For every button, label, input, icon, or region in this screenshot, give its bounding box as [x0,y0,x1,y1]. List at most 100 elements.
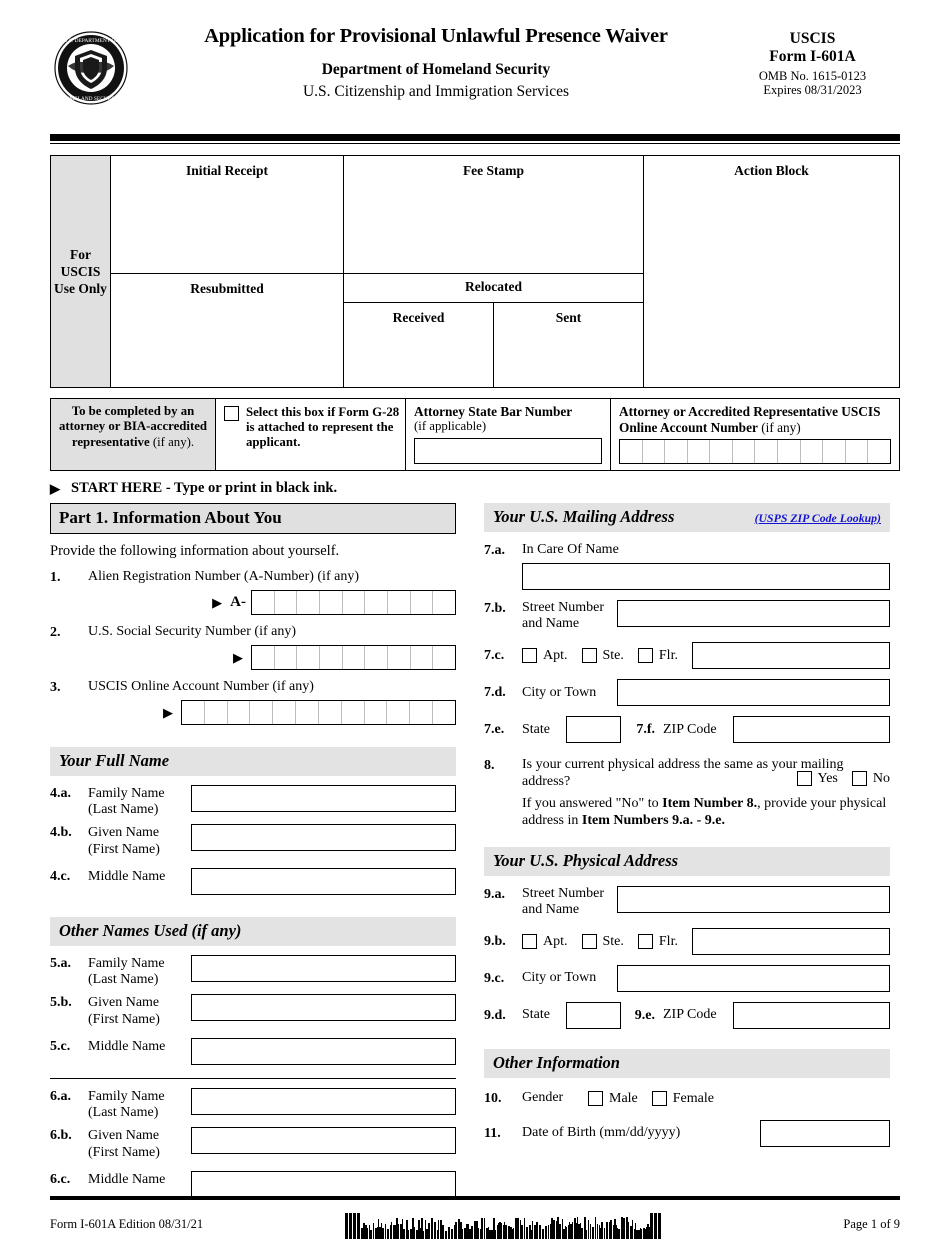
item-8-yes-label: Yes [817,770,838,786]
item-1-row: 1. Alien Registration Number (A-Number) … [50,569,456,586]
fee-stamp-label: Fee Stamp [462,163,525,178]
start-here-row: ▶ START HERE - Type or print in black in… [50,480,900,497]
item-9a-input[interactable] [617,885,890,913]
item-7b-input[interactable] [617,600,890,627]
item-9e-input[interactable] [733,1002,890,1029]
item-7c-apt-option[interactable]: Apt. [522,648,582,664]
item-5a-row: 5.a. Family Name (Last Name) [50,954,456,988]
g28-checkbox-row[interactable]: Select this box if Form G-28 is attached… [216,399,406,470]
fee-stamp-cell[interactable]: Fee Stamp [344,156,643,274]
item-7c-input[interactable] [691,642,890,670]
sent-label: Sent [555,310,582,325]
item-9b-apt-checkbox[interactable] [522,934,537,949]
uscis-online-account-comb[interactable] [181,700,456,725]
physical-address-heading-text: Your U.S. Physical Address [493,850,679,870]
initial-receipt-cell[interactable]: Initial Receipt [111,156,343,274]
item-9b-ste-option[interactable]: Ste. [581,934,638,950]
other-names-divider [50,1077,456,1079]
item-4a-input[interactable] [191,785,456,812]
initial-receipt-label: Initial Receipt [185,163,269,178]
item-8-yes-option[interactable]: Yes [796,770,852,787]
full-name-heading-text: Your Full Name [59,751,170,770]
item-10-female-option[interactable]: Female [651,1091,728,1107]
item-4b-row: 4.b. Given Name (First Name) [50,824,456,857]
item-8-no-checkbox[interactable] [851,771,867,787]
item-7d-input[interactable] [617,679,890,707]
other-names-heading-light: (if any) [191,920,242,940]
item-9b-input[interactable] [691,928,890,955]
item-10-number: 10. [484,1091,502,1106]
right-column: Your U.S. Mailing Address (USPS ZIP Code… [484,503,890,1198]
action-block-cell[interactable]: Action Block [644,156,899,387]
item-6c-input[interactable] [191,1170,456,1198]
item-7c-flr-checkbox[interactable] [637,648,653,664]
item-2-number: 2. [50,625,61,640]
triangle-right-icon: ▶ [50,481,60,496]
item-1-label: Alien Registration Number (A-Number) (if… [88,569,359,584]
item-5c-input[interactable] [191,1037,456,1065]
item-7f-input[interactable] [733,716,890,744]
item-9e-number: 9.e. [634,1008,655,1023]
item-6c-row: 6.c. Middle Name [50,1170,456,1198]
item-9b-flr-option[interactable]: Flr. [637,934,692,950]
attorney-block: To be completed by an attorney or BIA-ac… [50,398,900,471]
item-9d-input[interactable] [566,1002,621,1029]
attorney-bar-number-input[interactable] [414,438,602,465]
a-number-comb[interactable] [251,590,456,615]
resubmitted-cell[interactable]: Resubmitted [111,274,343,387]
item-5c-label: Middle Name [88,1038,166,1054]
item-5a-number: 5.a. [50,955,71,971]
item-8-row: 8. Is your current physical address the … [484,757,890,829]
item-2-input-row: ▶ [50,645,456,670]
item-10-male-checkbox[interactable] [588,1091,603,1106]
item-9b-flr-checkbox[interactable] [637,934,653,949]
item-7c-ste-checkbox[interactable] [581,648,597,664]
item-7a-label: In Care Of Name [522,542,619,557]
item-7c-flr-option[interactable]: Flr. [637,648,692,664]
item-7c-number: 7.c. [484,648,505,664]
usps-zip-lookup-link[interactable]: (USPS ZIP Code Lookup) [755,511,881,526]
item-6a-input[interactable] [191,1087,456,1115]
item-9c-input[interactable] [617,965,890,992]
item-10-male-option[interactable]: Male [588,1091,652,1107]
item-7e-label: State [522,721,550,737]
item-5a-input[interactable] [191,954,456,982]
item-7a-input[interactable] [522,563,890,590]
item-9c-label: City or Town [522,970,597,986]
item-1-input-row: ▶ A- [50,590,456,615]
item-7c-ste-option[interactable]: Ste. [581,648,638,664]
item-1-number: 1. [50,570,61,585]
item-7b-number: 7.b. [484,601,506,616]
attorney-online-account-comb[interactable] [619,439,891,465]
department-line: Department of Homeland Security [321,60,551,78]
item-11-label: Date of Birth (mm/dd/yyyy) [522,1125,681,1141]
item-9b-ste-checkbox[interactable] [581,934,597,949]
relocated-cell[interactable]: Relocated [344,274,643,303]
ssn-comb[interactable] [251,645,456,670]
attorney-online-account-group: Attorney or Accredited Representative US… [611,399,899,470]
item-4b-input[interactable] [191,824,456,852]
item-4b-number: 4.b. [50,825,72,841]
form-id-block: USCIS Form I-601A OMB No. 1615-0123 Expi… [725,30,900,98]
attorney-block-label: To be completed by an attorney or BIA-ac… [51,399,216,470]
item-6b-input[interactable] [191,1127,456,1155]
item-7a-number: 7.a. [484,543,505,558]
agency-line: U.S. Citizenship and Immigration Service… [302,82,570,100]
item-7c-apt-checkbox[interactable] [522,648,537,664]
footer-page-number: Page 1 of 9 [843,1216,900,1231]
item-4c-input[interactable] [191,867,456,895]
item-9b-apt-option[interactable]: Apt. [522,934,582,950]
item-11-input[interactable] [760,1120,890,1147]
item-8-yes-checkbox[interactable] [796,771,812,787]
item-5b-label: Given Name (First Name) [88,995,160,1027]
item-8-no-option[interactable]: No [851,771,890,787]
start-here-label: START HERE - Type or print in black ink. [71,480,338,496]
g28-checkbox[interactable] [224,406,239,421]
item-5b-input[interactable] [191,994,456,1022]
item-9b-apt-label: Apt. [543,933,568,949]
received-cell[interactable]: Received [344,303,494,387]
item-10-label: Gender [522,1090,564,1106]
sent-cell[interactable]: Sent [494,303,643,387]
item-10-female-checkbox[interactable] [651,1091,667,1106]
item-7e-input[interactable] [566,716,621,744]
